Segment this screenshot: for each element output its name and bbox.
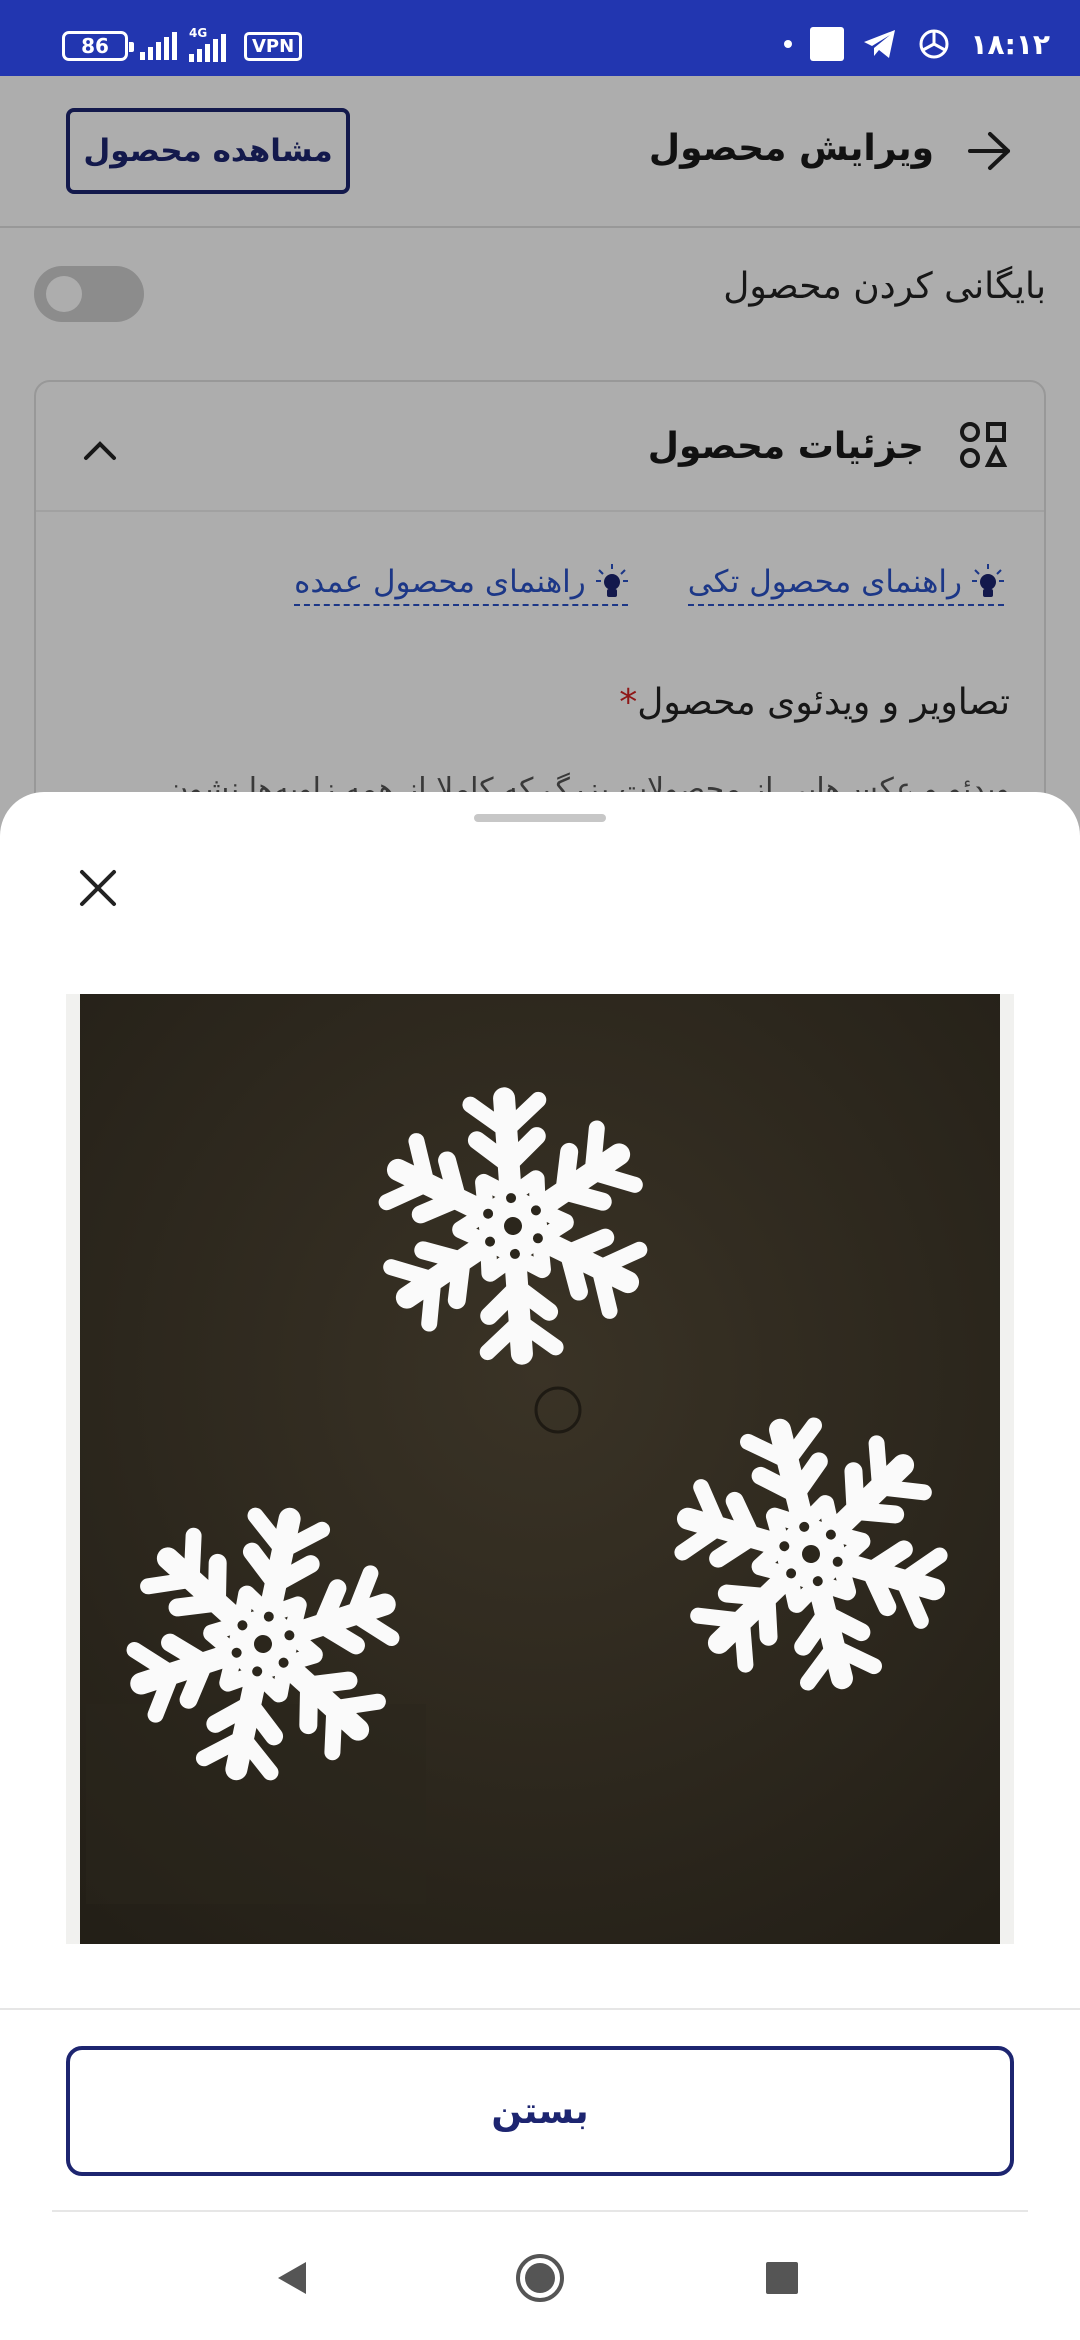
status-left: 86 4G VPN xyxy=(62,26,303,64)
snowflakes-photo xyxy=(80,994,1000,1944)
product-image xyxy=(66,994,1014,1944)
clock: ۱۸:۱۲ xyxy=(970,27,1050,61)
close-button[interactable]: بستن xyxy=(66,2046,1014,2176)
recents-square-icon[interactable] xyxy=(754,2250,810,2306)
home-circle-icon[interactable] xyxy=(512,2250,568,2306)
openai-icon xyxy=(919,29,949,59)
back-triangle-icon[interactable] xyxy=(264,2250,320,2306)
drag-handle[interactable] xyxy=(474,814,606,822)
battery-level: 86 xyxy=(81,34,109,58)
notification-dot-icon xyxy=(784,40,793,48)
vpn-icon: VPN xyxy=(244,31,303,61)
signal-icon xyxy=(140,32,177,60)
app-notification-icon xyxy=(810,27,845,61)
battery-icon: 86 xyxy=(62,31,134,61)
system-nav-bar xyxy=(0,2220,1080,2332)
sheet-divider xyxy=(0,2008,1080,2010)
network-type: 4G xyxy=(189,26,208,40)
nav-divider xyxy=(52,2210,1028,2212)
image-preview-sheet: بستن xyxy=(0,792,1080,2340)
status-right: ۱۸:۱۲ xyxy=(784,24,1050,64)
close-icon[interactable] xyxy=(66,856,130,920)
signal-4g-icon: 4G xyxy=(189,26,226,62)
telegram-icon xyxy=(864,30,896,58)
status-bar: 86 4G VPN ۱۸:۱۲ xyxy=(0,0,1080,76)
